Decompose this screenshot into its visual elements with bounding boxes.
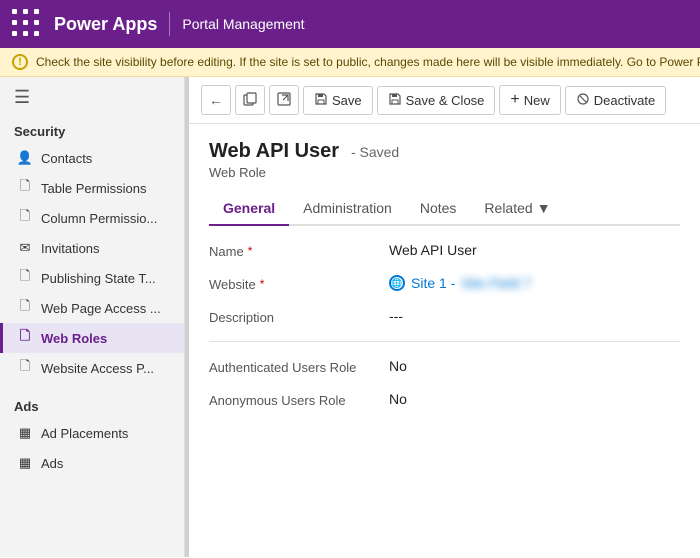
sidebar-item-column-permissions[interactable]: 🗋 Column Permissio...	[0, 203, 184, 233]
content-area: ←	[189, 77, 700, 557]
save-icon	[314, 92, 328, 109]
copy-icon	[243, 92, 257, 109]
authenticated-users-label: Authenticated Users Role	[209, 358, 389, 375]
web-page-access-icon: 🗋	[17, 300, 33, 316]
sidebar-item-label: Publishing State T...	[41, 271, 156, 286]
tab-general[interactable]: General	[209, 192, 289, 226]
web-roles-icon: 🗋	[17, 330, 33, 346]
anonymous-users-label: Anonymous Users Role	[209, 391, 389, 408]
app-name: Power Apps	[54, 14, 157, 35]
warning-icon: !	[12, 54, 28, 70]
field-row-authenticated-users: Authenticated Users Role No	[209, 358, 680, 375]
sidebar-item-label: Table Permissions	[41, 181, 147, 196]
sidebar-item-table-permissions[interactable]: 🗋 Table Permissions	[0, 173, 184, 203]
publishing-state-icon: 🗋	[17, 270, 33, 286]
chevron-down-icon: ▼	[537, 200, 551, 216]
record-saved-status: - Saved	[351, 144, 399, 160]
sidebar-item-label: Ads	[41, 456, 63, 471]
sidebar-item-web-roles[interactable]: 🗋 Web Roles	[0, 323, 184, 353]
sidebar-item-label: Ad Placements	[41, 426, 128, 441]
website-access-icon: 🗋	[17, 360, 33, 376]
form-section-general: Name * Web API User Website * 🌐 Site 1 -…	[209, 226, 680, 440]
save-button[interactable]: Save	[303, 86, 373, 115]
field-row-description: Description ---	[209, 308, 680, 325]
warning-bar: ! Check the site visibility before editi…	[0, 48, 700, 77]
record-type: Web Role	[209, 165, 680, 180]
sidebar-item-label: Column Permissio...	[41, 211, 157, 226]
sidebar-item-web-page-access[interactable]: 🗋 Web Page Access ...	[0, 293, 184, 323]
tab-administration[interactable]: Administration	[289, 192, 406, 226]
tab-notes[interactable]: Notes	[406, 192, 471, 226]
tabs-bar: General Administration Notes Related ▼	[209, 192, 680, 226]
sidebar-item-website-access[interactable]: 🗋 Website Access P...	[0, 353, 184, 383]
required-star: *	[248, 244, 253, 258]
globe-icon: 🌐	[389, 275, 405, 291]
save-label: Save	[332, 93, 362, 108]
record-header: Web API User - Saved Web Role	[209, 140, 680, 180]
save-close-label: Save & Close	[406, 93, 485, 108]
tab-related[interactable]: Related ▼	[470, 192, 564, 226]
sidebar-section-ads: Ads	[0, 393, 184, 418]
sidebar-item-invitations[interactable]: ✉ Invitations	[0, 233, 184, 263]
field-row-website: Website * 🌐 Site 1 - Site Field 7	[209, 275, 680, 292]
ads-icon: ▦	[17, 455, 33, 471]
save-close-button[interactable]: Save & Close	[377, 86, 496, 115]
topbar: Power Apps Portal Management	[0, 0, 700, 48]
name-value[interactable]: Web API User	[389, 242, 680, 258]
sidebar: ☰ Security 👤 Contacts 🗋 Table Permission…	[0, 77, 185, 557]
website-link-text: Site 1 -	[411, 275, 455, 291]
column-permissions-icon: 🗋	[17, 210, 33, 226]
deactivate-button[interactable]: Deactivate	[565, 86, 666, 115]
copy-button[interactable]	[235, 85, 265, 115]
deactivate-label: Deactivate	[594, 93, 655, 108]
topbar-divider	[169, 12, 170, 36]
new-label: New	[524, 93, 550, 108]
sidebar-item-ads[interactable]: ▦ Ads	[0, 448, 184, 478]
authenticated-users-value[interactable]: No	[389, 358, 680, 374]
main-layout: ☰ Security 👤 Contacts 🗋 Table Permission…	[0, 77, 700, 557]
anonymous-users-value[interactable]: No	[389, 391, 680, 407]
field-row-anonymous-users: Anonymous Users Role No	[209, 391, 680, 408]
description-value[interactable]: ---	[389, 308, 680, 324]
sidebar-item-ad-placements[interactable]: ▦ Ad Placements	[0, 418, 184, 448]
popout-icon	[277, 92, 291, 109]
deactivate-icon	[576, 92, 590, 109]
sidebar-item-label: Contacts	[41, 151, 92, 166]
required-star-website: *	[260, 277, 265, 291]
invitations-icon: ✉	[17, 240, 33, 256]
record-title: Web API User	[209, 140, 339, 162]
description-label: Description	[209, 308, 389, 325]
ad-placements-icon: ▦	[17, 425, 33, 441]
sidebar-item-label: Website Access P...	[41, 361, 154, 376]
warning-message: Check the site visibility before editing…	[36, 55, 700, 69]
hamburger-button[interactable]: ☰	[0, 77, 184, 118]
website-value[interactable]: 🌐 Site 1 - Site Field 7	[389, 275, 680, 291]
sidebar-item-publishing-state[interactable]: 🗋 Publishing State T...	[0, 263, 184, 293]
sidebar-item-contacts[interactable]: 👤 Contacts	[0, 143, 184, 173]
save-close-icon	[388, 92, 402, 109]
sidebar-item-label: Web Page Access ...	[41, 301, 161, 316]
field-row-name: Name * Web API User	[209, 242, 680, 259]
module-name: Portal Management	[182, 16, 304, 32]
apps-grid-icon[interactable]	[12, 9, 42, 39]
new-button[interactable]: + New	[499, 85, 560, 115]
sidebar-section-security: Security	[0, 118, 184, 143]
form-divider	[209, 341, 680, 342]
form-area: Web API User - Saved Web Role General Ad…	[189, 124, 700, 557]
toolbar: ←	[189, 77, 700, 124]
website-blurred-text: Site Field 7	[461, 275, 531, 291]
back-button[interactable]: ←	[201, 85, 231, 115]
name-label: Name *	[209, 242, 389, 259]
popout-button[interactable]	[269, 85, 299, 115]
new-icon: +	[510, 91, 519, 109]
website-label: Website *	[209, 275, 389, 292]
sidebar-item-label: Invitations	[41, 241, 100, 256]
contacts-icon: 👤	[17, 150, 33, 166]
back-icon: ←	[209, 92, 223, 108]
sidebar-item-label: Web Roles	[41, 331, 107, 346]
table-permissions-icon: 🗋	[17, 180, 33, 196]
